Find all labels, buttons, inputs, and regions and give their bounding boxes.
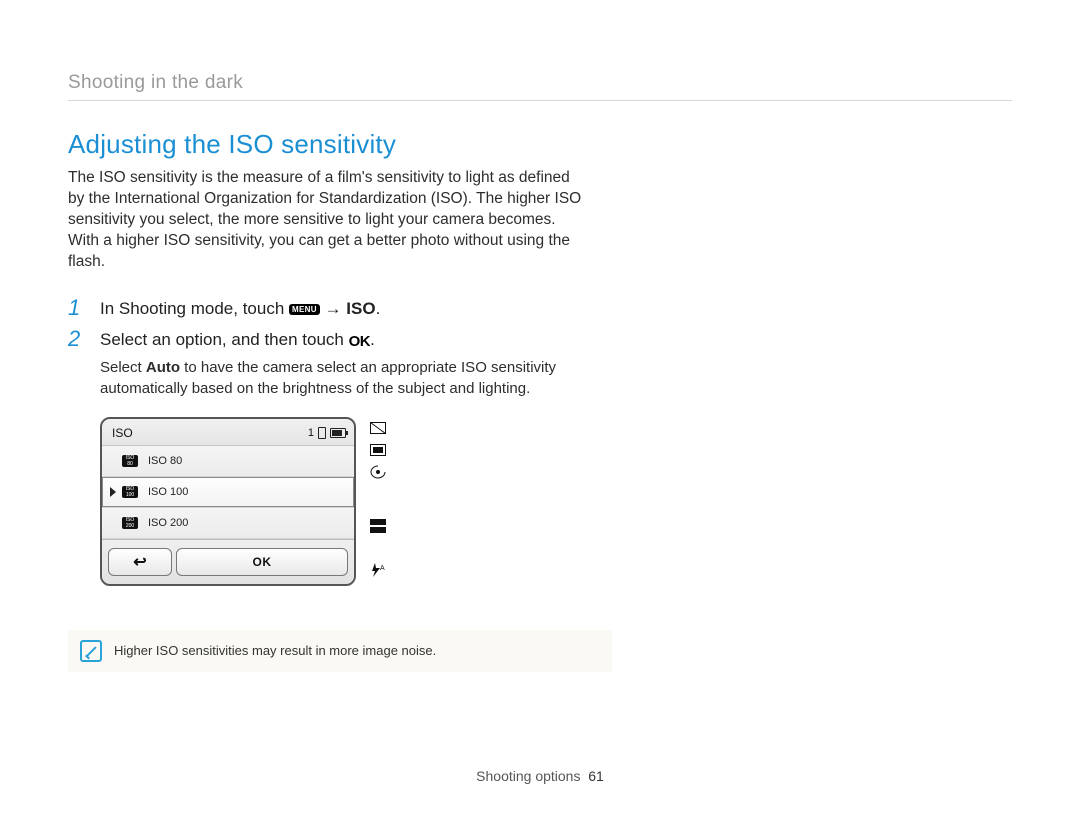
step-2: 2 Select an option, and then touch OK. [68,326,588,352]
step-1-prefix: In Shooting mode, touch [100,299,289,318]
note-icon [80,640,102,662]
subnote-bold: Auto [146,359,180,376]
info-note: Higher ISO sensitivities may result in m… [68,630,612,672]
lcd-title: ISO [112,426,133,440]
footer-page-number: 61 [588,768,604,784]
arrow-icon: → [325,299,347,318]
lcd-status: 1 [308,427,346,439]
step-1-number: 1 [68,295,100,319]
camera-lcd-figure: ISO 1 ISO80 ISO 80 ISO100 ISO 100 ISO200 ISO … [100,417,588,586]
camera-lcd: ISO 1 ISO80 ISO 80 ISO100 ISO 100 ISO200 ISO … [100,417,356,586]
lcd-list: ISO80 ISO 80 ISO100 ISO 100 ISO200 ISO 200 [102,446,354,539]
lcd-row-iso-100[interactable]: ISO100 ISO 100 [102,477,354,508]
lcd-back-button[interactable]: ↩ [108,548,172,576]
stabilization-icon [370,461,410,483]
lcd-footer: ↩ OK [102,539,354,584]
step-2-suffix: . [370,330,375,349]
page-heading: Adjusting the ISO sensitivity [68,129,588,160]
step-2-text: Select an option, and then touch OK. [100,326,375,352]
step-2-subnote: Select Auto to have the camera select an… [100,358,588,399]
lcd-header: ISO 1 [102,419,354,446]
iso-chip-icon: ISO80 [122,455,138,467]
page-footer: Shooting options 61 [0,768,1080,784]
quality-icon [370,439,410,461]
iso-chip-icon: ISO100 [122,486,138,498]
lcd-row-label: ISO 80 [148,455,182,467]
breadcrumb: Shooting in the dark [68,72,1012,101]
step-2-prefix: Select an option, and then touch [100,330,349,349]
step-1-text: In Shooting mode, touch MENU → ISO. [100,295,380,321]
lcd-row-iso-200[interactable]: ISO200 ISO 200 [102,508,354,539]
lcd-shots-remaining: 1 [308,427,314,439]
svg-text:A: A [380,565,385,572]
lcd-row-iso-80[interactable]: ISO80 ISO 80 [102,446,354,477]
step-2-number: 2 [68,326,100,350]
note-text: Higher ISO sensitivities may result in m… [114,643,436,658]
lcd-row-label: ISO 100 [148,486,188,498]
ok-icon: OK [349,331,371,352]
back-icon: ↩ [133,552,146,572]
lcd-side-icons: A [356,417,410,586]
iso-chip-icon: ISO200 [122,517,138,529]
lcd-row-label: ISO 200 [148,517,188,529]
step-1: 1 In Shooting mode, touch MENU → ISO. [68,295,588,321]
footer-section: Shooting options [476,768,580,784]
menu-icon: MENU [289,304,320,315]
intro-paragraph: The ISO sensitivity is the measure of a … [68,168,588,273]
battery-icon [330,428,346,438]
lcd-ok-button[interactable]: OK [176,548,348,576]
photo-size-icon [370,417,410,439]
memory-icon [318,427,326,439]
iso-side-icon [370,515,410,537]
subnote-a: Select [100,359,146,376]
flash-auto-icon: A [370,559,410,581]
selection-triangle-icon [110,487,116,497]
step-1-iso: ISO [346,299,375,318]
